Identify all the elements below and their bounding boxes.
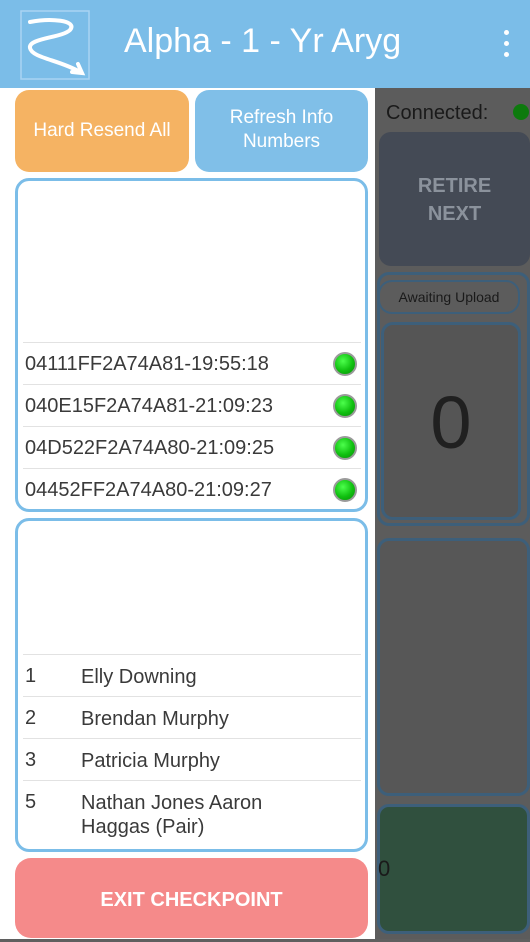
status-green-icon: [333, 478, 357, 502]
participant-row[interactable]: 5 Nathan Jones Aaron Haggas (Pair): [23, 780, 361, 842]
hard-resend-all-button[interactable]: Hard Resend All: [15, 90, 189, 172]
device-id: 040E15F2A74A81-21:09:23: [25, 395, 273, 417]
overflow-menu-icon[interactable]: [498, 30, 514, 64]
app-logo-icon: [20, 10, 90, 80]
green-card-value: 0: [378, 856, 391, 881]
participant-number: 3: [25, 749, 37, 771]
participant-name: Brendan Murphy: [81, 708, 229, 730]
exit-checkpoint-button[interactable]: EXIT CHECKPOINT: [15, 858, 368, 938]
participant-number: 5: [25, 791, 37, 813]
status-green-icon: [333, 394, 357, 418]
app-bar: Alpha - 1 - Yr Aryg: [0, 0, 530, 88]
participant-row[interactable]: 2 Brendan Murphy: [23, 696, 361, 737]
participant-name: Elly Downing: [81, 666, 197, 688]
status-green-icon: [333, 436, 357, 460]
connected-label: Connected:: [386, 102, 489, 124]
retire-label-line2: NEXT: [427, 203, 482, 225]
device-id: 04D522F2A74A80-21:09:25: [25, 437, 275, 459]
participant-number: 2: [25, 707, 37, 729]
device-id: 04452FF2A74A80-21:09:27: [25, 479, 272, 501]
device-list-panel: 04111FF2A74A81-19:55:18 040E15F2A74A81-2…: [15, 178, 368, 512]
device-id: 04111FF2A74A81-19:55:18: [25, 353, 269, 375]
device-row[interactable]: 040E15F2A74A81-21:09:23: [23, 384, 361, 425]
participant-name: Nathan Jones Aaron Haggas (Pair): [81, 792, 263, 838]
device-row[interactable]: 04D522F2A74A80-21:09:25: [23, 426, 361, 467]
background-green-card: [377, 804, 530, 934]
retire-next-button[interactable]: RETIRE NEXT: [379, 132, 530, 266]
retire-label-line1: RETIRE: [417, 175, 492, 197]
connection-status-icon: [513, 104, 529, 120]
device-row[interactable]: 04452FF2A74A80-21:09:27: [23, 468, 361, 509]
refresh-label-line1: Refresh Info: [229, 107, 334, 128]
refresh-info-numbers-button[interactable]: Refresh Info Numbers: [195, 90, 368, 172]
refresh-label-line2: Numbers: [242, 131, 321, 152]
page-title: Alpha - 1 - Yr Aryg: [124, 22, 402, 60]
device-row[interactable]: 04111FF2A74A81-19:55:18: [23, 342, 361, 383]
upload-count: 0: [381, 322, 521, 520]
participant-name: Patricia Murphy: [81, 750, 220, 772]
participant-row[interactable]: 3 Patricia Murphy: [23, 738, 361, 779]
participant-row[interactable]: 1 Elly Downing: [23, 654, 361, 695]
awaiting-upload-badge: Awaiting Upload: [378, 280, 520, 314]
participant-number: 1: [25, 665, 37, 687]
participant-list-panel: 1 Elly Downing 2 Brendan Murphy 3 Patric…: [15, 518, 368, 852]
status-green-icon: [333, 352, 357, 376]
background-card: [377, 538, 530, 796]
